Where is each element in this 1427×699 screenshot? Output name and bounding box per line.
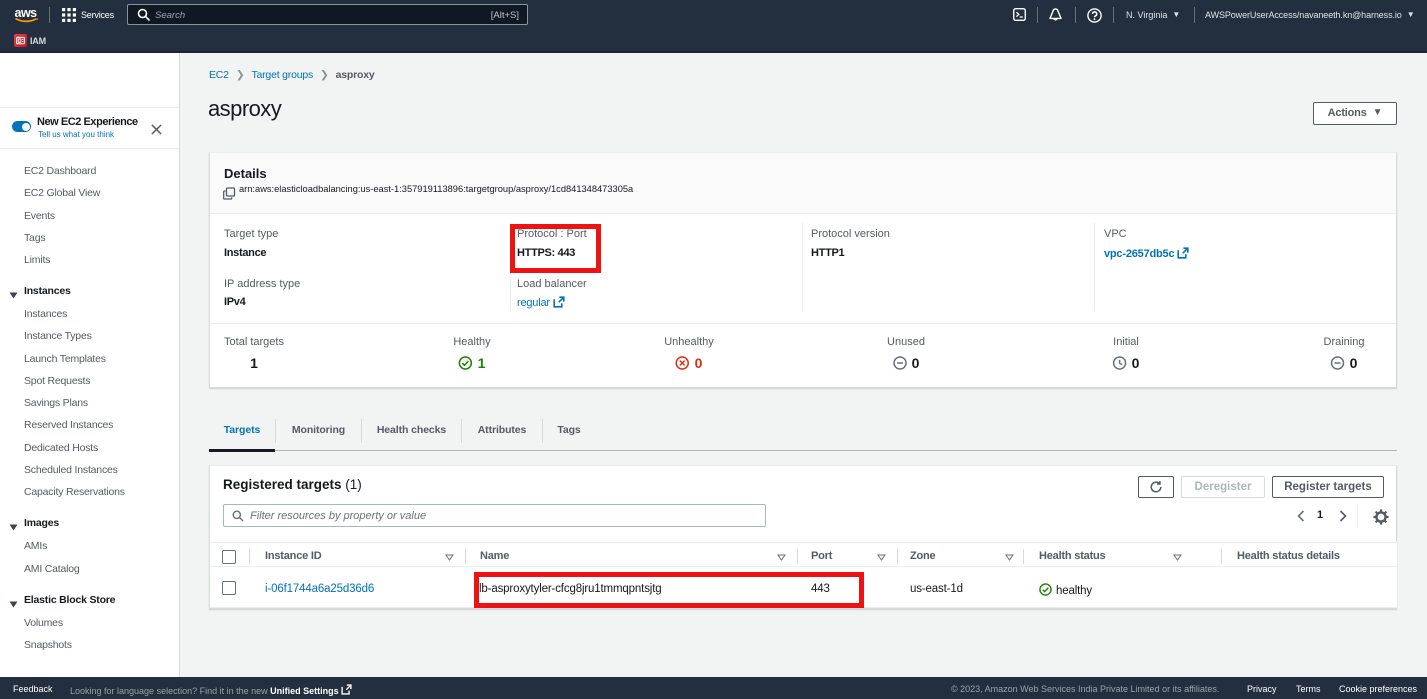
svg-text:aws: aws xyxy=(15,6,38,20)
